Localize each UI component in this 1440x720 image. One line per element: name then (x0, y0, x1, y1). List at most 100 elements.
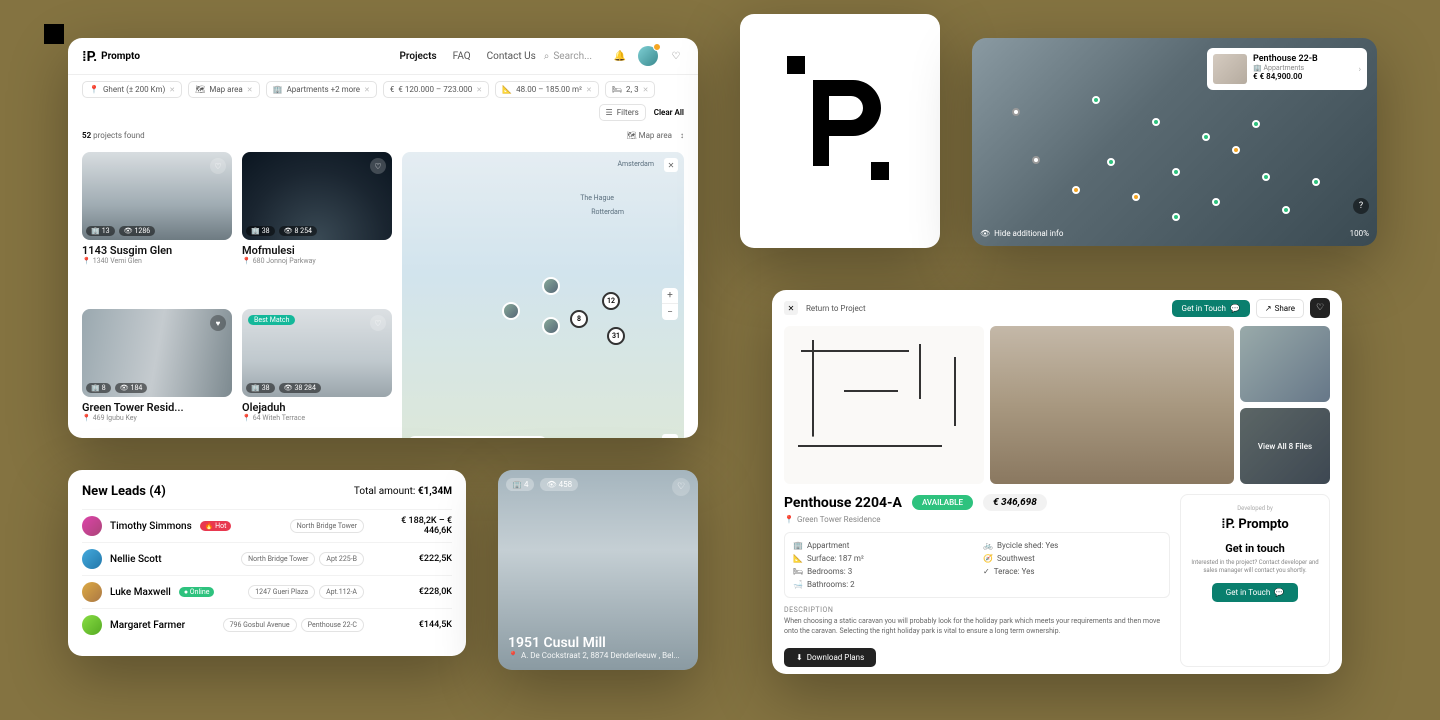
heart-icon[interactable]: ♡ (672, 478, 690, 496)
project-card[interactable]: Best Match ♡ 🏢 38👁 38 284 Olejaduh 📍64 W… (242, 309, 392, 438)
unit-dot[interactable] (1312, 178, 1320, 186)
main-photo[interactable] (990, 326, 1234, 484)
unit-dot[interactable] (1262, 173, 1270, 181)
notifications-icon[interactable]: 🔔 (612, 48, 628, 64)
close-icon[interactable]: ✕ (664, 158, 678, 172)
map-pin[interactable]: 31 (607, 327, 625, 345)
lead-project-chip[interactable]: North Bridge Tower (290, 519, 364, 533)
unit-dot[interactable] (1152, 118, 1160, 126)
expand-icon[interactable]: ⛶ (662, 434, 678, 438)
gallery-thumb[interactable] (1240, 326, 1330, 402)
lead-project-chip[interactable]: 1247 Gueri Plaza (248, 585, 315, 599)
get-in-touch-button[interactable]: Get in Touch 💬 (1172, 300, 1250, 317)
unit-dot[interactable] (1202, 133, 1210, 141)
filters-button[interactable]: ☰Filters (599, 104, 646, 121)
filter-beds[interactable]: 🛏2, 3✕ (605, 81, 656, 98)
lead-unit-chip[interactable]: Penthouse 22-C (301, 618, 364, 632)
clear-icon[interactable]: ✕ (476, 86, 482, 94)
lead-row[interactable]: Luke Maxwell ● Online 1247 Gueri PlazaAp… (82, 575, 452, 608)
view-all-files[interactable]: View All 8 Files (1240, 408, 1330, 484)
unit-project[interactable]: 📍Green Tower Residence (784, 515, 1170, 524)
search-input[interactable]: ⌕ Search... (544, 51, 592, 62)
nav-projects[interactable]: Projects (399, 51, 436, 62)
map-area-toggle[interactable]: 🗺 Map area (626, 131, 672, 140)
clear-all-button[interactable]: Clear All (654, 108, 684, 117)
unit-dot[interactable] (1172, 168, 1180, 176)
unit-dot[interactable] (1232, 146, 1240, 154)
tooltip-title: Penthouse 22-B (1253, 54, 1361, 64)
zoom-in-button[interactable]: + (662, 288, 678, 304)
user-avatar[interactable] (638, 46, 658, 66)
unit-dot[interactable] (1132, 193, 1140, 201)
map-pin[interactable] (542, 277, 560, 295)
projects-grid: ♡ 🏢 13👁 1286 1143 Susgim Glen 📍1340 Vemi… (82, 152, 392, 438)
clear-icon[interactable]: ✕ (247, 86, 253, 94)
map-view[interactable]: ✕ Amsterdam The Hague Rotterdam 12 8 31 … (402, 152, 684, 438)
heart-icon[interactable]: ♡ (370, 158, 386, 174)
projects-browser-panel: ⁞P. Prompto Projects FAQ Contact Us ⌕ Se… (68, 38, 698, 438)
unit-dot[interactable] (1072, 186, 1080, 194)
heart-icon[interactable]: ♡ (210, 158, 226, 174)
lead-project-chip[interactable]: 796 Gosbul Avenue (223, 618, 297, 632)
filter-price[interactable]: €€ 120.000 – 723.000✕ (383, 81, 489, 98)
brand-name: Prompto (101, 51, 140, 62)
map-pin[interactable]: 8 (570, 310, 588, 328)
heart-icon[interactable]: ♡ (370, 315, 386, 331)
unit-dot[interactable] (1092, 96, 1100, 104)
filter-type[interactable]: 🏢Apartments +2 more✕ (266, 81, 377, 98)
zoom-out-button[interactable]: − (662, 304, 678, 320)
close-icon[interactable]: ✕ (784, 301, 798, 315)
lead-row[interactable]: Timothy Simmons 🔥 Hot North Bridge Tower… (82, 509, 452, 542)
favorite-button[interactable]: ♡ (1310, 298, 1330, 318)
map-pin[interactable]: 12 (602, 292, 620, 310)
clear-icon[interactable]: ✕ (364, 86, 370, 94)
listing-card-panel[interactable]: 🏢 4 👁 458 ♡ 1951 Cusul Mill 📍A. De Cocks… (498, 470, 698, 670)
large-logo-mark (775, 50, 905, 212)
download-plans-button[interactable]: ⬇Download Plans (784, 648, 876, 667)
filter-location[interactable]: 📍Ghent (± 200 Km)✕ (82, 81, 182, 98)
lead-row[interactable]: Nellie Scott North Bridge TowerApt 225-B… (82, 542, 452, 575)
lead-unit-chip[interactable]: Apt.112-A (319, 585, 364, 599)
lead-name: Luke Maxwell (110, 587, 171, 598)
building-3d-panel[interactable]: Penthouse 22-B 🏢 Appartments € € 84,900.… (972, 38, 1377, 246)
lead-project-chip[interactable]: North Bridge Tower (241, 552, 315, 566)
unit-dot[interactable] (1212, 198, 1220, 206)
lead-unit-chip[interactable]: Apt 225-B (319, 552, 364, 566)
unit-dot[interactable] (1107, 158, 1115, 166)
unit-dot[interactable] (1012, 108, 1020, 116)
unit-dot[interactable] (1172, 213, 1180, 221)
favorites-icon[interactable]: ♡ (668, 48, 684, 64)
brand-logo[interactable]: ⁞P. Prompto (82, 48, 140, 65)
help-icon[interactable]: ? (1353, 198, 1369, 214)
heart-icon[interactable]: ♥ (210, 315, 226, 331)
hide-info-toggle[interactable]: 👁Hide additional info (980, 229, 1063, 238)
pin-icon: 📍 (82, 257, 91, 265)
clear-icon[interactable]: ✕ (643, 86, 649, 94)
views-stat: 👁 184 (115, 383, 148, 393)
filter-surface[interactable]: 📐48.00 – 185.00 m²✕ (495, 81, 599, 98)
map-pin[interactable] (502, 302, 520, 320)
filter-map-area[interactable]: 🗺Map area✕ (188, 81, 259, 98)
unit-dot[interactable] (1032, 156, 1040, 164)
project-card[interactable]: ♡ 🏢 38👁 8 254 Mofmulesi 📍680 Jonnoj Park… (242, 152, 392, 299)
clear-icon[interactable]: ✕ (169, 86, 175, 94)
floorplan-image[interactable] (784, 326, 984, 484)
map-pin[interactable] (542, 317, 560, 335)
sort-icon[interactable]: ↕ (680, 131, 684, 140)
unit-tooltip[interactable]: Penthouse 22-B 🏢 Appartments € € 84,900.… (1207, 48, 1367, 90)
project-card[interactable]: ♡ 🏢 13👁 1286 1143 Susgim Glen 📍1340 Vemi… (82, 152, 232, 299)
clear-icon[interactable]: ✕ (586, 86, 592, 94)
lead-row[interactable]: Margaret Farmer 796 Gosbul AvenuePenthou… (82, 608, 452, 641)
unit-dot[interactable] (1252, 120, 1260, 128)
nav-faq[interactable]: FAQ (453, 51, 471, 62)
share-button[interactable]: ↗Share (1256, 299, 1304, 318)
get-in-touch-desc: Interested in the project? Contact devel… (1191, 559, 1319, 575)
project-card[interactable]: ♥ 🏢 8👁 184 Green Tower Resid... 📍469 Igu… (82, 309, 232, 438)
get-in-touch-button[interactable]: Get in Touch 💬 (1212, 583, 1298, 602)
filter-bar: 📍Ghent (± 200 Km)✕ 🗺Map area✕ 🏢Apartment… (68, 75, 698, 127)
unit-dot[interactable] (1282, 206, 1290, 214)
logo-panel (740, 14, 940, 248)
nav-contact[interactable]: Contact Us (487, 51, 536, 62)
map-update-note[interactable]: ↻Update the list according to the map (408, 436, 547, 438)
back-link[interactable]: Return to Project (806, 304, 866, 313)
